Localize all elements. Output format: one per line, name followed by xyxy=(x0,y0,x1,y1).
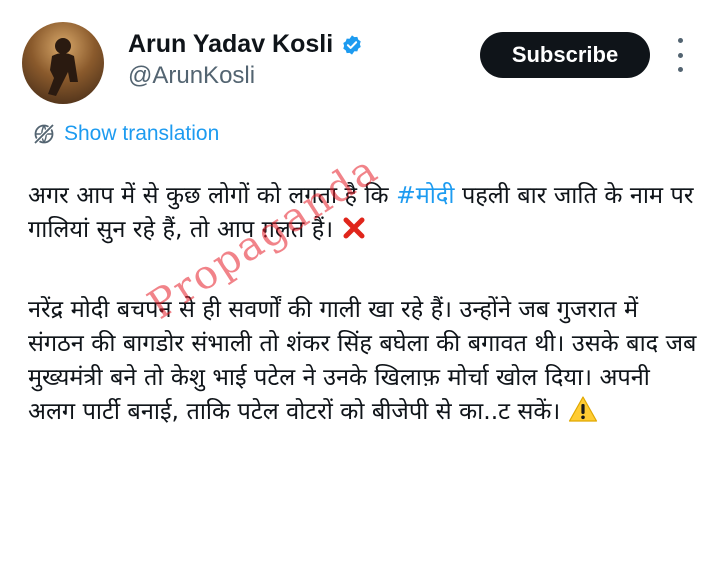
avatar[interactable] xyxy=(22,22,104,104)
tweet-paragraph-2: नरेंद्र मोदी बचपन से ही सवर्णों की गाली … xyxy=(28,292,700,428)
avatar-figure-icon xyxy=(48,38,78,96)
tweet-text: अगर आप में से कुछ लोगों को लगता है कि #म… xyxy=(28,178,700,428)
subscribe-button[interactable]: Subscribe xyxy=(480,32,650,78)
cross-mark-icon xyxy=(343,217,365,239)
globe-slash-icon xyxy=(33,123,55,145)
show-translation-label: Show translation xyxy=(64,122,220,145)
show-translation-link[interactable]: Show translation xyxy=(32,122,219,146)
more-options-icon[interactable] xyxy=(670,38,690,72)
tweet-text-segment: अगर आप में से कुछ लोगों को लगता है कि xyxy=(28,181,397,209)
author-name[interactable]: Arun Yadav Kosli xyxy=(128,30,333,59)
verified-badge-icon xyxy=(343,34,361,55)
tweet-paragraph-1: अगर आप में से कुछ लोगों को लगता है कि #म… xyxy=(28,178,700,246)
warning-icon xyxy=(568,396,597,422)
hashtag-link[interactable]: #मोदी xyxy=(396,181,454,209)
author-handle[interactable]: @ArunKosli xyxy=(128,62,255,90)
